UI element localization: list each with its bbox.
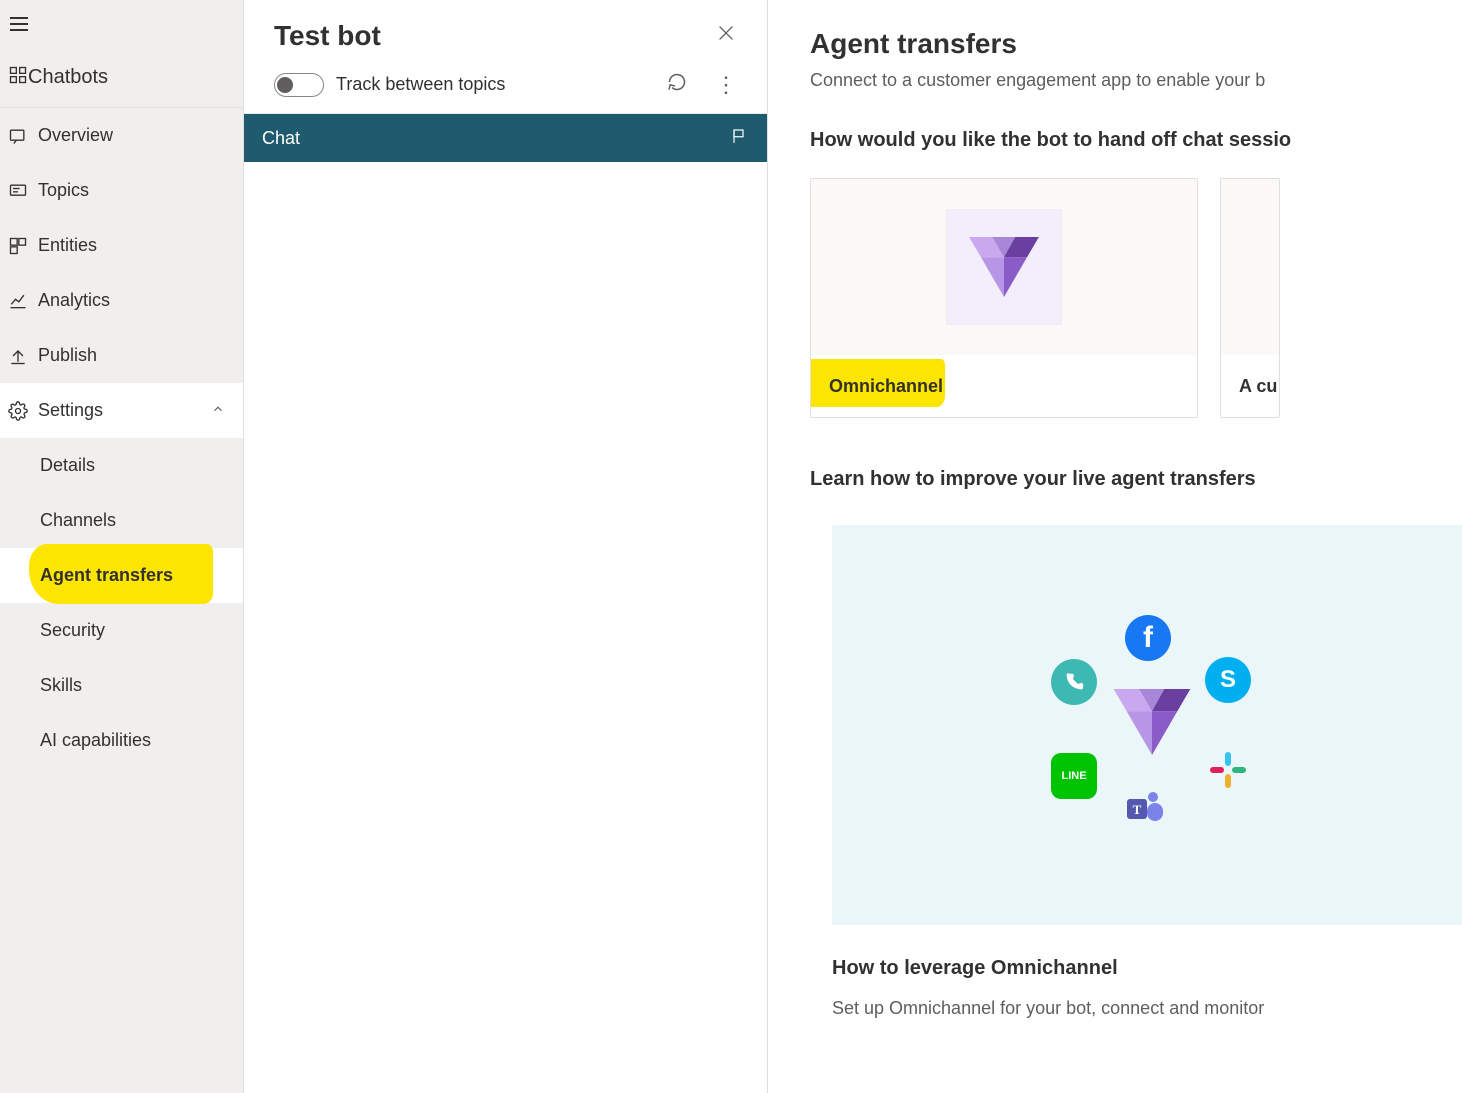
sidebar-sub-label: Skills — [40, 675, 82, 696]
teams-icon: T — [1123, 787, 1169, 833]
sidebar-sub-skills[interactable]: Skills — [0, 658, 243, 713]
svg-text:T: T — [1133, 802, 1142, 817]
omnichannel-logo-icon — [946, 209, 1062, 325]
sidebar-sub-label: AI capabilities — [40, 730, 151, 751]
learn-card-body: Set up Omnichannel for your bot, connect… — [832, 998, 1462, 1019]
sidebar-item-topics[interactable]: Topics — [0, 163, 243, 218]
sidebar-item-label: Entities — [38, 235, 97, 256]
card-omnichannel-label: Omnichannel — [829, 376, 943, 397]
sidebar-sub-details[interactable]: Details — [0, 438, 243, 493]
sidebar-sub-label: Details — [40, 455, 95, 476]
chevron-up-icon — [211, 400, 225, 421]
sidebar-sub-label: Channels — [40, 510, 116, 531]
sidebar-heading-chatbots[interactable]: Chatbots — [0, 48, 243, 108]
omnichannel-heart-icon — [1113, 689, 1191, 760]
card-custom-label: A cu — [1239, 376, 1277, 397]
gear-icon — [8, 401, 38, 421]
phone-icon — [1051, 659, 1097, 705]
learn-card-graphic: f S LINE T — [832, 525, 1462, 925]
card-omnichannel[interactable]: Omnichannel — [810, 178, 1198, 418]
slack-icon — [1205, 747, 1251, 793]
entities-icon — [8, 236, 38, 256]
sidebar-item-analytics[interactable]: Analytics — [0, 273, 243, 328]
sidebar-item-overview[interactable]: Overview — [0, 108, 243, 163]
sidebar-item-publish[interactable]: Publish — [0, 328, 243, 383]
sidebar-item-label: Analytics — [38, 290, 110, 311]
hamburger-icon[interactable] — [9, 14, 29, 34]
sidebar-sub-label: Agent transfers — [40, 565, 173, 586]
test-bot-pane: Test bot Track between topics ⋮ Chat — [244, 0, 768, 1093]
sidebar-item-label: Publish — [38, 345, 97, 366]
analytics-icon — [8, 291, 38, 311]
sidebar-sub-channels[interactable]: Channels — [0, 493, 243, 548]
page-subtitle: Connect to a customer engagement app to … — [810, 70, 1462, 91]
sidebar-sub-security[interactable]: Security — [0, 603, 243, 658]
handoff-heading: How would you like the bot to hand off c… — [810, 129, 1462, 152]
sidebar-item-label: Overview — [38, 125, 113, 146]
reload-icon[interactable] — [667, 72, 687, 97]
more-icon[interactable]: ⋮ — [715, 74, 737, 96]
chat-tab-label[interactable]: Chat — [262, 128, 300, 149]
chat-body[interactable] — [244, 162, 767, 1093]
close-icon[interactable] — [715, 22, 737, 51]
sidebar-sub-ai-capabilities[interactable]: AI capabilities — [0, 713, 243, 768]
card-custom[interactable]: A cu — [1220, 178, 1280, 418]
flag-icon[interactable] — [731, 127, 749, 150]
content-area: Agent transfers Connect to a customer en… — [768, 0, 1462, 1093]
speech-icon — [8, 126, 38, 146]
chat-tab-bar: Chat — [244, 114, 767, 162]
learn-card-title: How to leverage Omnichannel — [832, 957, 1462, 980]
track-toggle[interactable] — [274, 73, 324, 97]
sidebar: Chatbots Overview Topics Entities Analyt… — [0, 0, 244, 1093]
grid-icon — [8, 65, 28, 91]
line-icon: LINE — [1051, 753, 1097, 799]
sidebar-item-settings[interactable]: Settings — [0, 383, 243, 438]
sidebar-settings-label: Settings — [38, 400, 103, 421]
sidebar-chatbots-label: Chatbots — [28, 66, 108, 89]
sidebar-sub-agent-transfers[interactable]: Agent transfers — [0, 548, 243, 603]
sidebar-sub-label: Security — [40, 620, 105, 641]
topics-icon — [8, 181, 38, 201]
facebook-icon: f — [1125, 615, 1171, 661]
track-toggle-label: Track between topics — [336, 74, 505, 95]
learn-heading: Learn how to improve your live agent tra… — [810, 468, 1462, 491]
publish-icon — [8, 346, 38, 366]
test-bot-title: Test bot — [274, 20, 381, 52]
sidebar-item-entities[interactable]: Entities — [0, 218, 243, 273]
sidebar-item-label: Topics — [38, 180, 89, 201]
skype-icon: S — [1205, 657, 1251, 703]
page-title: Agent transfers — [810, 28, 1462, 60]
